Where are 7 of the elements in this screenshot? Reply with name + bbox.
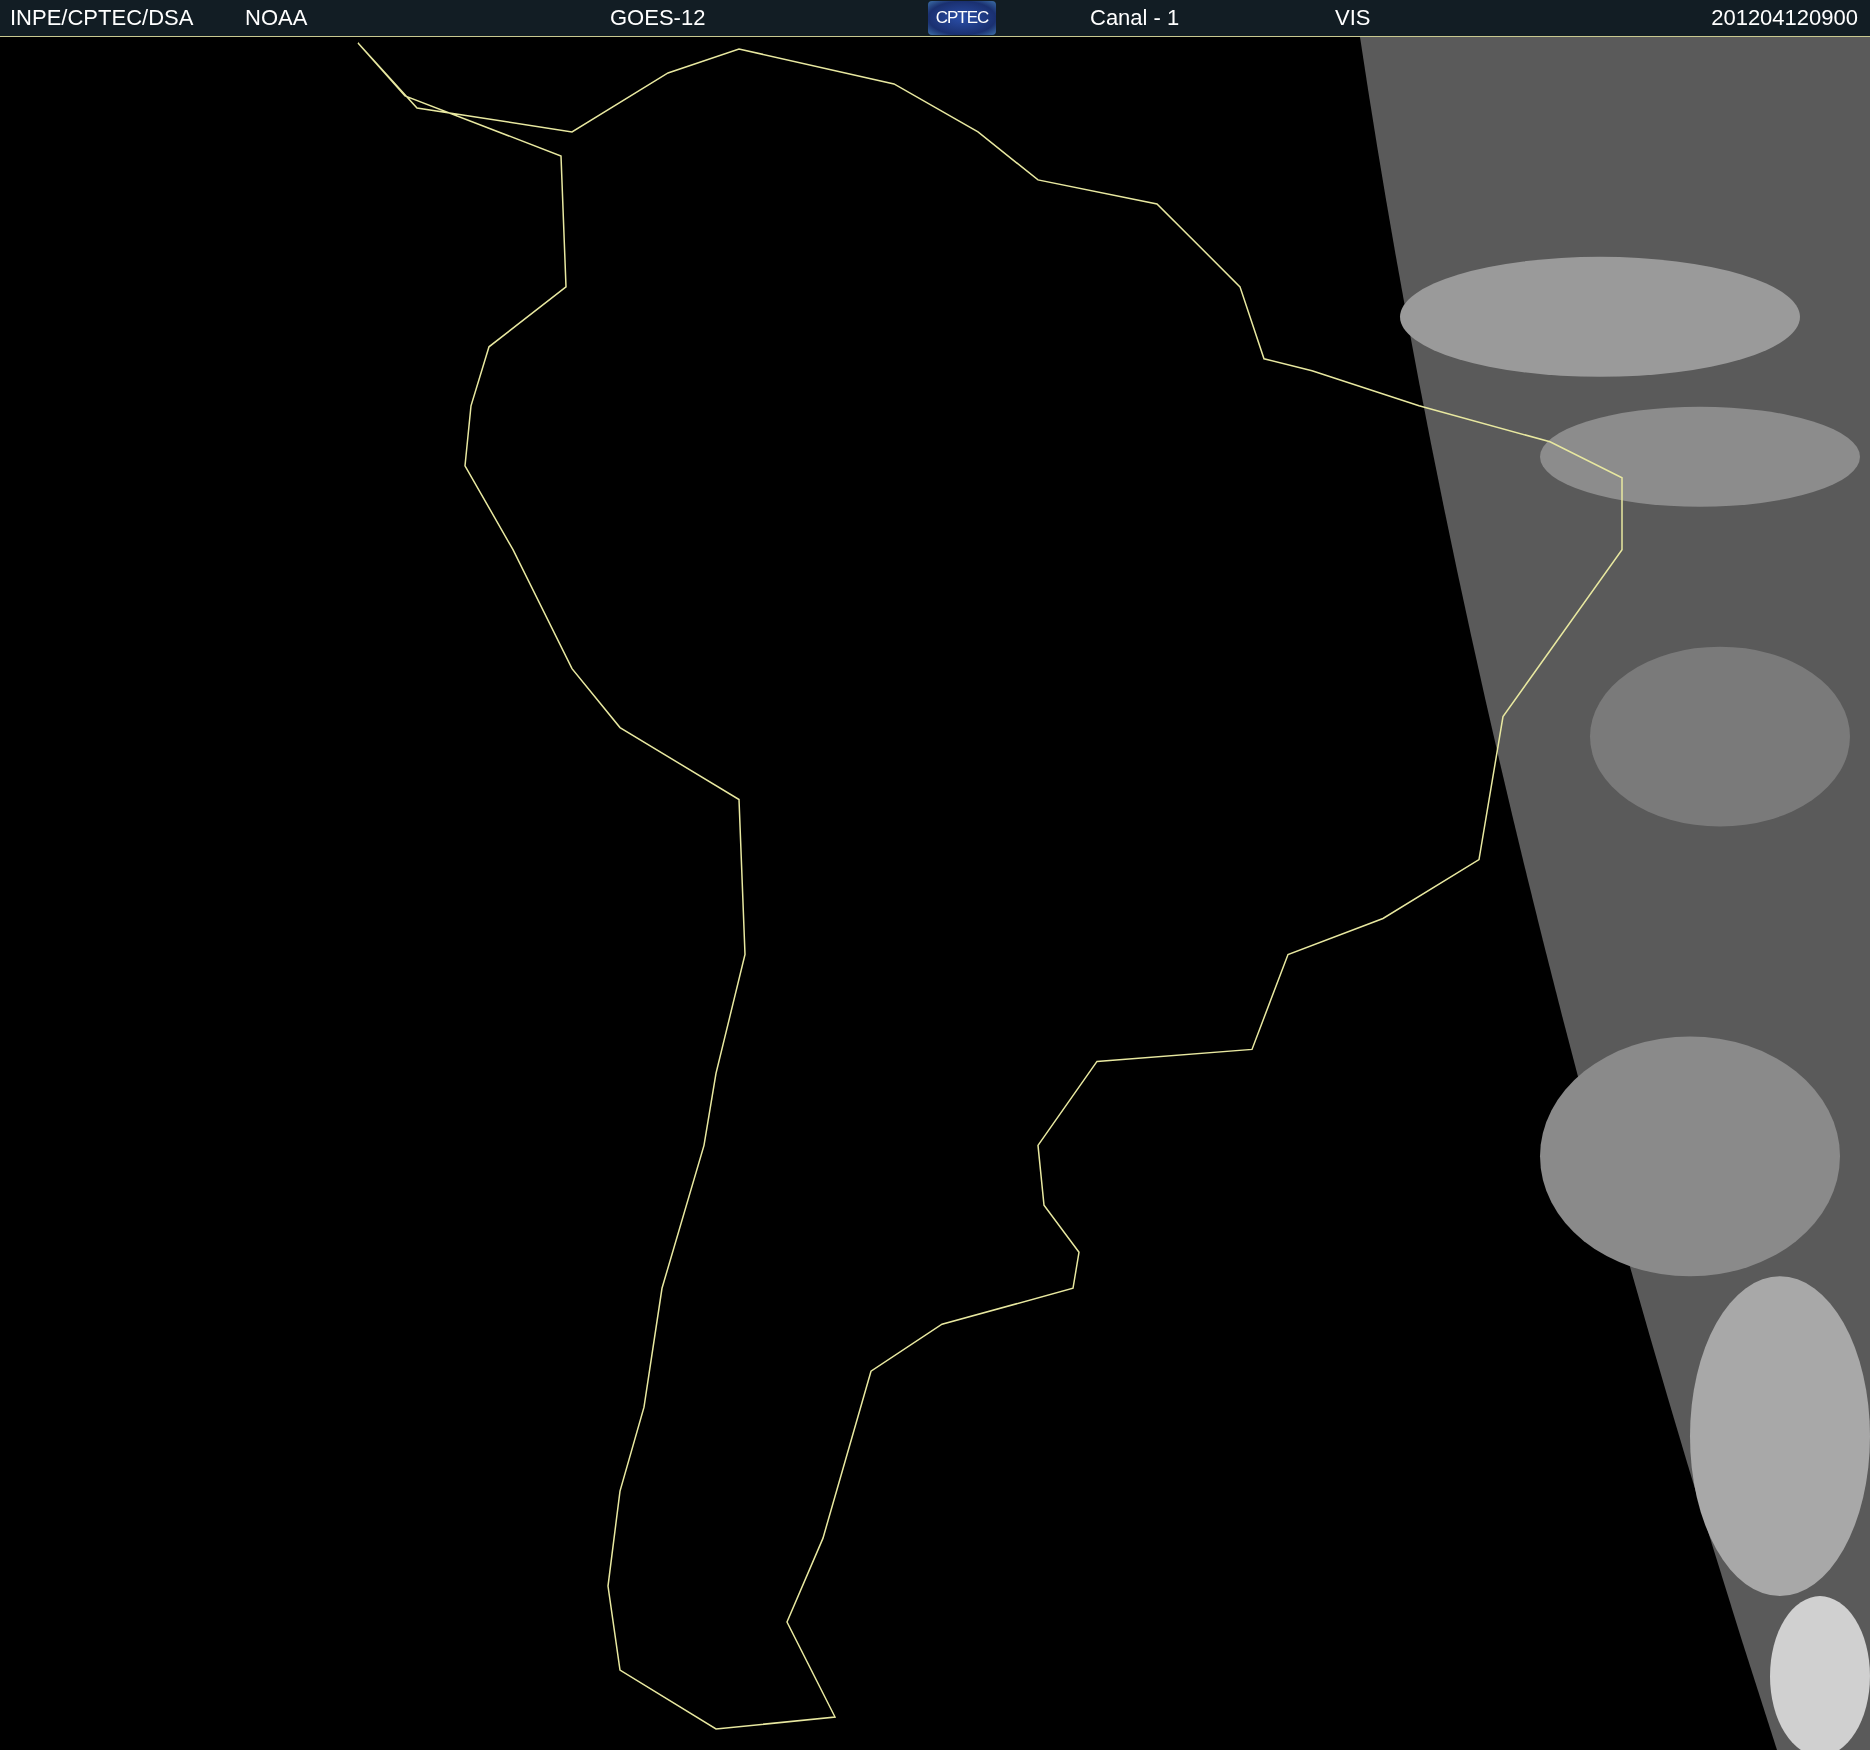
header-label: GOES-12 [610,5,707,31]
header-label: 201204120900 [1711,5,1858,31]
header-label: INPE/CPTEC/DSA [10,5,195,31]
header-label: Canal - 1 [1090,5,1181,31]
header-label: NOAA [245,5,309,31]
header-label: VIS [1335,5,1372,31]
logo: CPTEC [928,1,996,35]
